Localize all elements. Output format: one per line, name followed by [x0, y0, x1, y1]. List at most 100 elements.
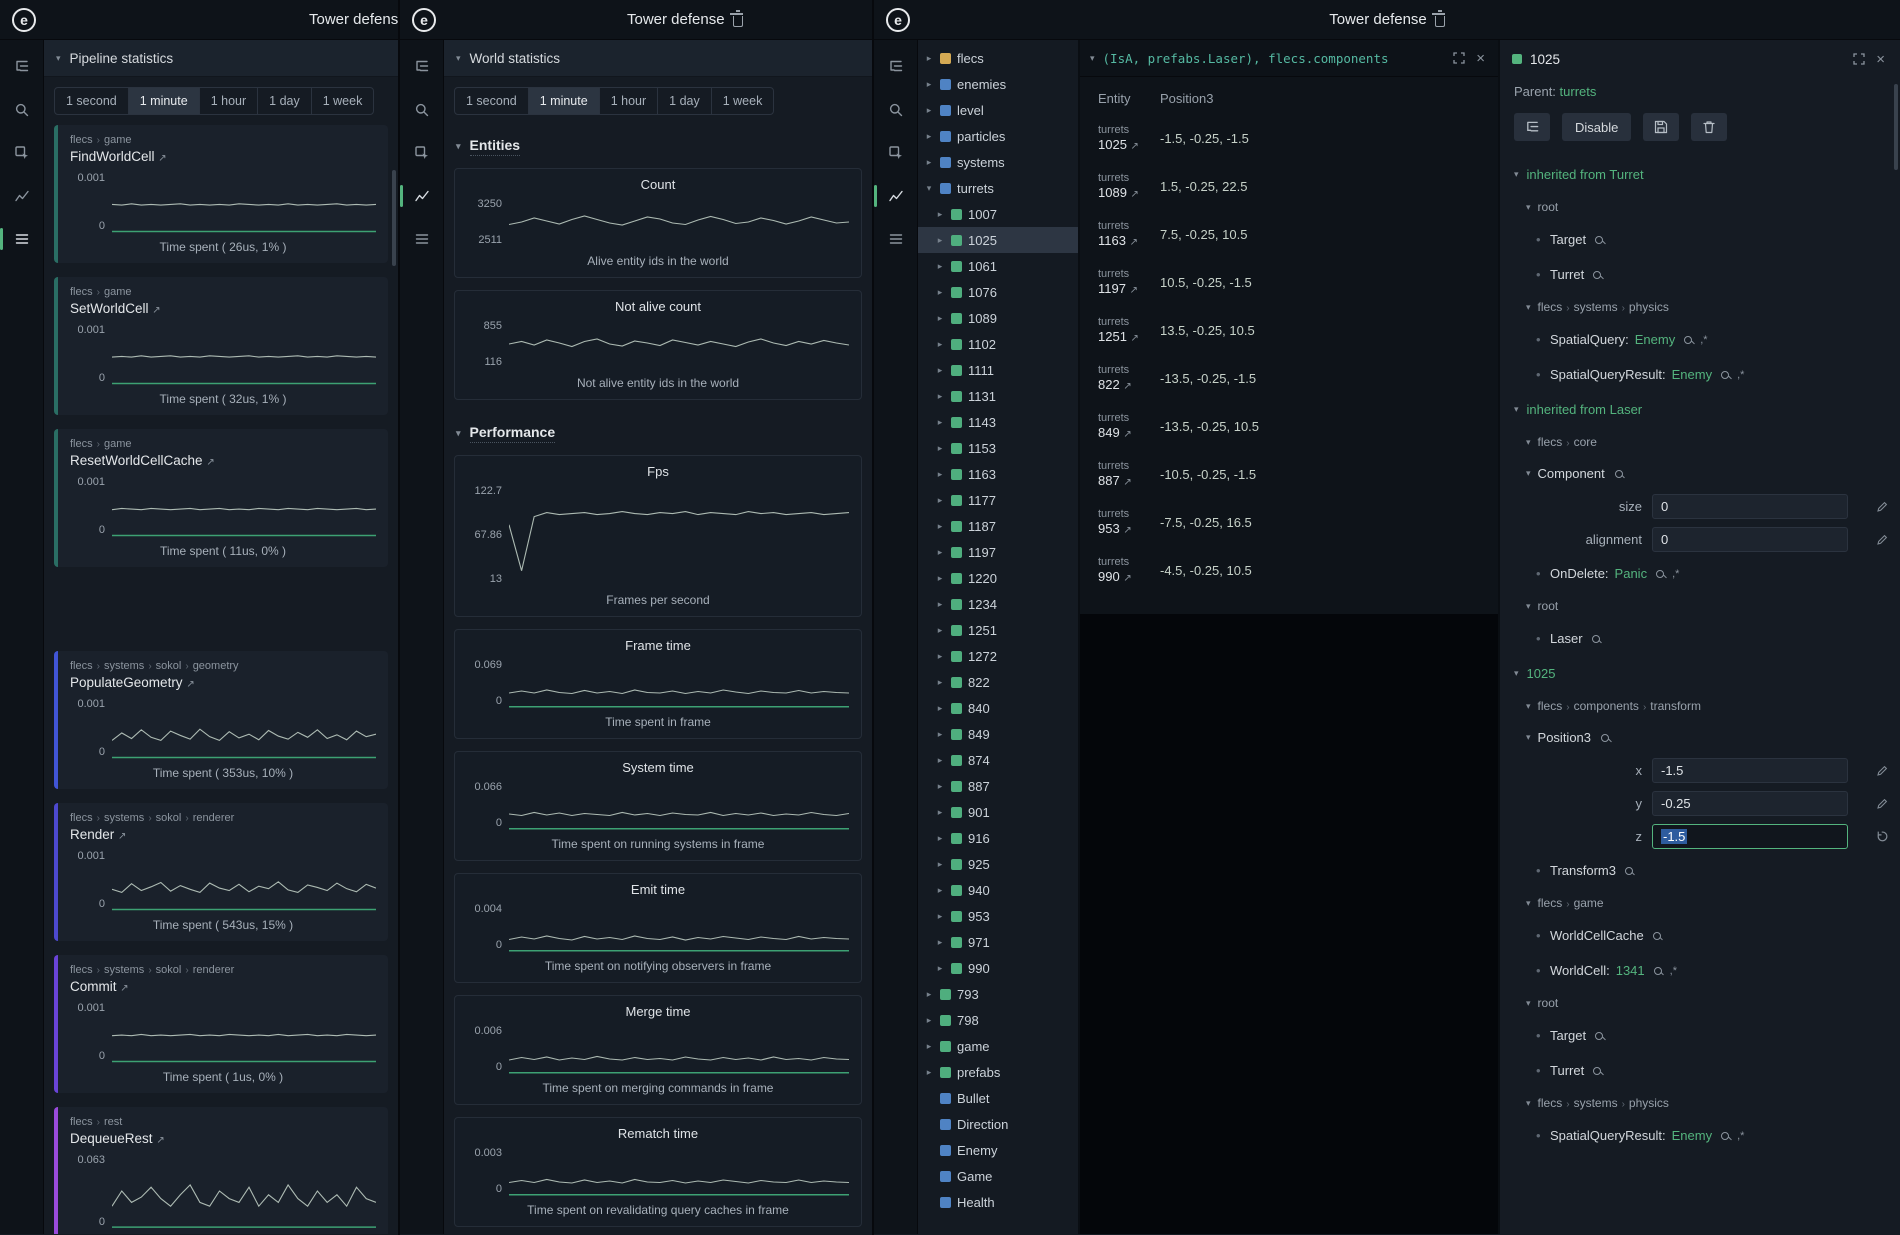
magnifier-icon[interactable] — [1615, 470, 1623, 478]
tree-item-1076[interactable]: ▸1076 — [918, 279, 1078, 305]
trash-icon[interactable] — [1435, 16, 1445, 27]
chevron-right-icon[interactable]: ▸ — [924, 131, 934, 142]
tree-item-level[interactable]: ▸level — [918, 97, 1078, 123]
magnifier-icon[interactable] — [1595, 236, 1603, 244]
tree-item-1251[interactable]: ▸1251 — [918, 617, 1078, 643]
chevron-right-icon[interactable]: ▸ — [935, 469, 945, 480]
query-result-row[interactable]: turrets1251 ↗13.5, -0.25, 10.5 — [1080, 310, 1498, 350]
tree-item-798[interactable]: ▸798 — [918, 1007, 1078, 1033]
tree-item-turrets[interactable]: ▾turrets — [918, 175, 1078, 201]
tree-item-1025[interactable]: ▸1025 — [918, 227, 1078, 253]
magnifier-icon[interactable] — [1595, 1032, 1603, 1040]
chevron-right-icon[interactable]: ▸ — [935, 391, 945, 402]
tree-item-1220[interactable]: ▸1220 — [918, 565, 1078, 591]
tree-item-systems[interactable]: ▸systems — [918, 149, 1078, 175]
chevron-right-icon[interactable]: ▸ — [924, 105, 934, 116]
magnifier-icon[interactable] — [1625, 867, 1633, 875]
inspector-scope-header[interactable]: ▾flecs›systems›physics — [1500, 292, 1900, 322]
tree-item-1143[interactable]: ▸1143 — [918, 409, 1078, 435]
tree-item-840[interactable]: ▸840 — [918, 695, 1078, 721]
time-range-1-second[interactable]: 1 second — [54, 87, 129, 115]
time-range-1-second[interactable]: 1 second — [454, 87, 529, 115]
field-input-size[interactable]: 0 — [1652, 494, 1848, 519]
chevron-right-icon[interactable]: ▸ — [935, 599, 945, 610]
tree-item-Enemy[interactable]: Enemy — [918, 1137, 1078, 1163]
chart-icon[interactable] — [880, 181, 912, 211]
chevron-right-icon[interactable]: ▸ — [935, 703, 945, 714]
field-input-y[interactable]: -0.25 — [1652, 791, 1848, 816]
inspector-row-position3[interactable]: ▾Position3 — [1500, 721, 1900, 754]
row-value-link[interactable]: Enemy — [1635, 332, 1675, 347]
tree-item-Game[interactable]: Game — [918, 1163, 1078, 1189]
chevron-right-icon[interactable]: ▸ — [935, 547, 945, 558]
system-name-link[interactable]: DequeueRest ↗ — [70, 1131, 376, 1146]
entity-id-link[interactable]: 1089 ↗ — [1098, 185, 1160, 202]
tree-item-1153[interactable]: ▸1153 — [918, 435, 1078, 461]
stats-section-header[interactable]: ▾Performance — [454, 412, 862, 455]
table-icon[interactable] — [880, 224, 912, 254]
chevron-right-icon[interactable]: ▸ — [935, 651, 945, 662]
system-name-link[interactable]: ResetWorldCellCache ↗ — [70, 453, 376, 468]
entity-id-link[interactable]: 1025 ↗ — [1098, 137, 1160, 154]
search-icon[interactable] — [406, 95, 438, 125]
chevron-right-icon[interactable]: ▸ — [924, 1067, 934, 1078]
query-result-row[interactable]: turrets1197 ↗10.5, -0.25, -1.5 — [1080, 262, 1498, 302]
field-input-x[interactable]: -1.5 — [1652, 758, 1848, 783]
tree-item-particles[interactable]: ▸particles — [918, 123, 1078, 149]
chevron-right-icon[interactable]: ▸ — [935, 625, 945, 636]
time-range-1-hour[interactable]: 1 hour — [199, 87, 258, 115]
chevron-right-icon[interactable]: ▸ — [935, 339, 945, 350]
tree-item-1177[interactable]: ▸1177 — [918, 487, 1078, 513]
inspector-scope-header[interactable]: ▾root — [1500, 988, 1900, 1018]
time-range-1-minute[interactable]: 1 minute — [528, 87, 600, 115]
query-result-row[interactable]: turrets990 ↗-4.5, -0.25, 10.5 — [1080, 550, 1498, 590]
time-range-1-week[interactable]: 1 week — [311, 87, 375, 115]
magnifier-icon[interactable] — [1654, 967, 1662, 975]
chevron-right-icon[interactable]: ▸ — [935, 443, 945, 454]
tree-item-822[interactable]: ▸822 — [918, 669, 1078, 695]
entity-id-link[interactable]: 822 ↗ — [1098, 377, 1160, 394]
inspector-row-ondelete[interactable]: •OnDelete:Panic,* — [1500, 556, 1900, 591]
chevron-right-icon[interactable]: ▸ — [935, 807, 945, 818]
inspector-section-inherited-from-laser[interactable]: ▾inherited from Laser — [1500, 392, 1900, 427]
system-name-link[interactable]: SetWorldCell ↗ — [70, 301, 376, 316]
edit-icon[interactable] — [1876, 765, 1888, 777]
query-result-row[interactable]: turrets953 ↗-7.5, -0.25, 16.5 — [1080, 502, 1498, 542]
scrollbar[interactable] — [392, 170, 396, 266]
time-range-1-minute[interactable]: 1 minute — [128, 87, 200, 115]
inspector-row-spatialqueryresult[interactable]: •SpatialQueryResult:Enemy,* — [1500, 1118, 1900, 1153]
entity-id-link[interactable]: 1197 ↗ — [1098, 281, 1160, 298]
hierarchy-button[interactable] — [1514, 113, 1550, 141]
expand-icon[interactable] — [1853, 53, 1865, 65]
inspector-section-inherited-from-turret[interactable]: ▾inherited from Turret — [1500, 157, 1900, 192]
inspector-row-target[interactable]: •Target — [1500, 222, 1900, 257]
magnifier-icon[interactable] — [1656, 570, 1664, 578]
panel-header-pipeline[interactable]: ▾ Pipeline statistics — [44, 40, 398, 77]
tree-item-901[interactable]: ▸901 — [918, 799, 1078, 825]
tree-item-Bullet[interactable]: Bullet — [918, 1085, 1078, 1111]
magnifier-icon[interactable] — [1721, 1132, 1729, 1140]
close-icon[interactable]: × — [1873, 51, 1888, 68]
chart-icon[interactable] — [6, 181, 38, 211]
chevron-right-icon[interactable]: ▸ — [935, 729, 945, 740]
magnifier-icon[interactable] — [1593, 271, 1601, 279]
tree-item-game[interactable]: ▸game — [918, 1033, 1078, 1059]
tree-icon[interactable] — [6, 52, 38, 82]
inspect-icon[interactable] — [406, 138, 438, 168]
magnifier-icon[interactable] — [1721, 371, 1729, 379]
field-input-z[interactable]: -1.5 — [1652, 824, 1848, 849]
query-result-row[interactable]: turrets1025 ↗-1.5, -0.25, -1.5 — [1080, 118, 1498, 158]
tree-item-1061[interactable]: ▸1061 — [918, 253, 1078, 279]
row-value-link[interactable]: 1341 — [1616, 963, 1645, 978]
row-value-link[interactable]: Enemy — [1672, 1128, 1712, 1143]
chevron-right-icon[interactable]: ▸ — [935, 755, 945, 766]
entity-id-link[interactable]: 1251 ↗ — [1098, 329, 1160, 346]
tree-item-prefabs[interactable]: ▸prefabs — [918, 1059, 1078, 1085]
tree-item-enemies[interactable]: ▸enemies — [918, 71, 1078, 97]
edit-icon[interactable] — [1876, 501, 1888, 513]
chevron-right-icon[interactable]: ▸ — [935, 833, 945, 844]
system-name-link[interactable]: PopulateGeometry ↗ — [70, 675, 376, 690]
inspector-row-target[interactable]: •Target — [1500, 1018, 1900, 1053]
query-result-row[interactable]: turrets1163 ↗7.5, -0.25, 10.5 — [1080, 214, 1498, 254]
inspect-icon[interactable] — [6, 138, 38, 168]
